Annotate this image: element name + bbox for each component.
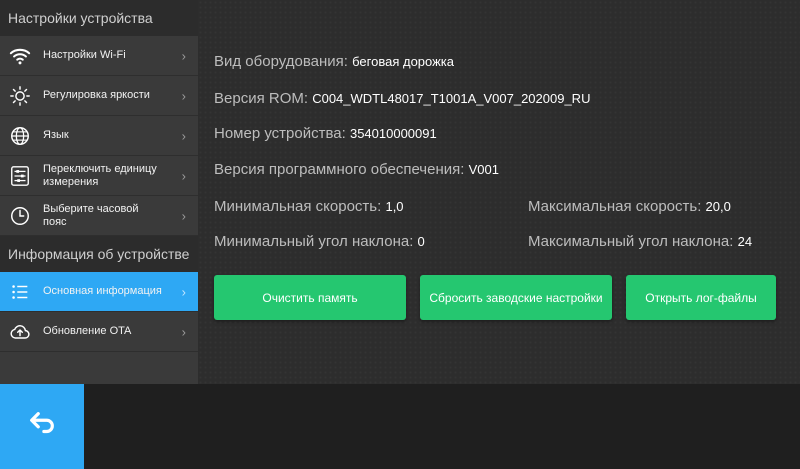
info-label: Минимальная скорость: xyxy=(214,198,382,215)
chevron-right-icon: › xyxy=(181,88,186,103)
factory-reset-button[interactable]: Сбросить заводские настройки xyxy=(420,275,612,320)
globe-icon xyxy=(9,125,31,147)
chevron-right-icon: › xyxy=(181,128,186,143)
info-label: Максимальная скорость: xyxy=(528,198,702,215)
sidebar-item-label: Язык xyxy=(43,129,69,141)
brightness-icon xyxy=(9,85,31,107)
info-software-version: Версия программного обеспечения: V001 xyxy=(214,161,499,178)
info-value: 354010000091 xyxy=(349,126,437,141)
wifi-icon xyxy=(9,45,31,67)
info-rom-version: Версия ROM: C004_WDTL48017_T1001A_V007_2… xyxy=(214,90,590,107)
info-label: Номер устройства: xyxy=(214,125,346,142)
sidebar-item-wifi[interactable]: Настройки Wi-Fi › xyxy=(0,36,198,76)
chevron-right-icon: › xyxy=(181,284,186,299)
clock-icon xyxy=(9,205,31,227)
info-value: 1,0 xyxy=(385,199,404,214)
info-value: 20,0 xyxy=(705,199,731,214)
info-value: V001 xyxy=(468,162,499,177)
info-label: Максимальный угол наклона: xyxy=(528,233,734,250)
sidebar: Настройки устройства Настройки Wi-Fi › Р… xyxy=(0,0,198,384)
sidebar-item-ota-update[interactable]: Обновление OTA › xyxy=(0,312,198,352)
open-logs-button[interactable]: Открыть лог-файлы xyxy=(626,275,776,320)
info-min-incline: Минимальный угол наклона: 0 xyxy=(214,233,425,250)
back-button[interactable] xyxy=(0,384,84,469)
chevron-right-icon: › xyxy=(181,208,186,223)
list-icon xyxy=(9,281,31,303)
info-label: Версия ROM: xyxy=(214,90,309,107)
main-panel: Вид оборудования: беговая дорожка Версия… xyxy=(198,0,800,384)
sidebar-item-brightness[interactable]: Регулировка яркости › xyxy=(0,76,198,116)
sidebar-item-basic-info[interactable]: Основная информация › xyxy=(0,272,198,312)
info-value: 0 xyxy=(417,234,425,249)
info-value: беговая дорожка xyxy=(352,54,455,69)
info-label: Минимальный угол наклона: xyxy=(214,233,414,250)
chevron-right-icon: › xyxy=(181,324,186,339)
info-max-speed: Максимальная скорость: 20,0 xyxy=(528,198,731,215)
cloud-upload-icon xyxy=(9,321,31,343)
sliders-icon xyxy=(9,165,31,187)
info-max-incline: Максимальный угол наклона: 24 xyxy=(528,233,752,250)
section-header-device-settings: Настройки устройства xyxy=(0,0,198,36)
info-label: Версия программного обеспечения: xyxy=(214,161,465,178)
sidebar-item-label: Обновление OTA xyxy=(43,325,132,337)
info-equipment: Вид оборудования: беговая дорожка xyxy=(214,53,454,70)
info-min-speed: Минимальная скорость: 1,0 xyxy=(214,198,404,215)
sidebar-item-label: Переключить единицу измерения xyxy=(43,162,157,188)
info-label: Вид оборудования: xyxy=(214,53,348,70)
back-arrow-icon xyxy=(27,409,57,444)
sidebar-item-label: Настройки Wi-Fi xyxy=(43,49,126,61)
chevron-right-icon: › xyxy=(181,168,186,183)
info-device-number: Номер устройства: 354010000091 xyxy=(214,125,437,142)
sidebar-item-units[interactable]: Переключить единицу измерения › xyxy=(0,156,198,196)
sidebar-item-timezone[interactable]: Выберите часовой пояс › xyxy=(0,196,198,236)
clear-memory-button[interactable]: Очистить память xyxy=(214,275,406,320)
sidebar-item-label: Регулировка яркости xyxy=(43,89,150,101)
sidebar-item-language[interactable]: Язык › xyxy=(0,116,198,156)
sidebar-item-label: Выберите часовой пояс xyxy=(43,202,139,228)
info-value: 24 xyxy=(737,234,753,249)
info-value: C004_WDTL48017_T1001A_V007_202009_RU xyxy=(312,91,591,106)
section-header-device-info: Информация об устройстве xyxy=(0,236,198,272)
chevron-right-icon: › xyxy=(181,48,186,63)
bottom-bar xyxy=(0,384,800,469)
sidebar-item-label: Основная информация xyxy=(43,285,162,297)
